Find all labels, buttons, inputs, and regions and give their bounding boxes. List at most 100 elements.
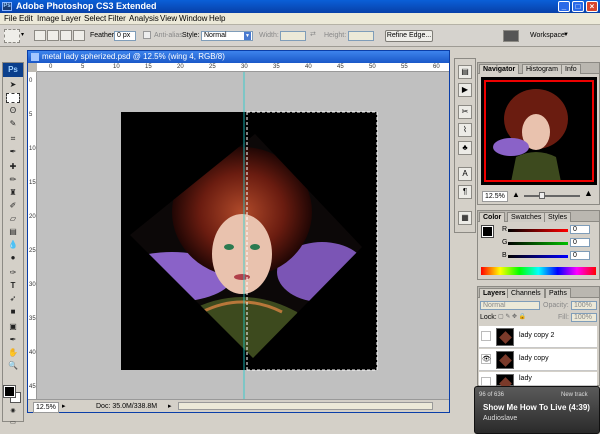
eyedropper-sample-icon[interactable]: ✒ (6, 335, 20, 345)
horizontal-scrollbar[interactable] (178, 402, 433, 410)
blur-tool-icon[interactable]: 💧 (6, 240, 20, 250)
opacity-input[interactable]: 100% (571, 301, 597, 310)
menu-image[interactable]: Image (37, 14, 59, 24)
tab-histogram[interactable]: Histogram (522, 64, 562, 74)
preset-dropdown-arrow-icon[interactable]: ▾ (21, 31, 24, 40)
navigator-zoom-field[interactable]: 12.5% (482, 191, 508, 202)
lock-icons[interactable]: ▢ ✎ ✥ 🔒 (498, 313, 526, 322)
music-notification[interactable]: 96 of 636 New track Show Me How To Live … (474, 386, 600, 434)
marquee-preset-icon[interactable] (4, 29, 20, 43)
menu-filter[interactable]: Filter (108, 14, 126, 24)
horizontal-ruler[interactable]: 0 5 10 15 20 25 30 35 40 45 50 55 60 (37, 63, 449, 72)
maximize-button[interactable]: □ (572, 1, 584, 12)
marquee-tool-icon[interactable] (6, 93, 20, 103)
intersect-selection-icon[interactable] (73, 30, 85, 41)
character-panel-icon[interactable]: A (458, 167, 472, 181)
eyedropper-tool-icon[interactable]: ✒ (6, 147, 20, 157)
brush-tool-icon[interactable]: ✏ (6, 175, 20, 185)
paragraph-panel-icon[interactable]: ¶ (458, 185, 472, 199)
menu-file[interactable]: File (4, 14, 17, 24)
healing-brush-tool-icon[interactable]: ✚ (6, 162, 20, 172)
refine-edge-button[interactable]: Refine Edge... (385, 30, 433, 42)
document-title-bar[interactable]: metal lady spherized.psd @ 12.5% (wing 4… (28, 51, 449, 63)
minimize-button[interactable]: _ (558, 1, 570, 12)
layer-visibility-toggle[interactable] (481, 331, 491, 341)
shape-tool-icon[interactable]: ■ (6, 307, 20, 317)
zoom-in-icon[interactable]: ▲ (584, 189, 593, 198)
navigator-preview[interactable] (481, 77, 597, 185)
vertical-ruler[interactable]: 0 5 10 15 20 25 30 35 40 45 (28, 72, 37, 399)
feather-input[interactable]: 0 px (114, 31, 136, 41)
new-selection-icon[interactable] (34, 30, 46, 41)
hand-tool-icon[interactable]: ✋ (6, 348, 20, 358)
close-button[interactable]: × (586, 1, 598, 12)
style-select[interactable]: Normal ▼ (201, 31, 253, 41)
clone-source-icon[interactable]: ♣ (458, 141, 472, 155)
zoom-tool-icon[interactable]: 🔍 (6, 361, 20, 371)
menu-edit[interactable]: Edit (19, 14, 33, 24)
layer-row[interactable]: lady (479, 372, 597, 390)
path-selection-tool-icon[interactable]: ➶ (6, 294, 20, 304)
swap-dimensions-icon[interactable]: ⇄ (310, 30, 316, 39)
zoom-out-icon[interactable]: ▲ (512, 190, 520, 199)
layer-row[interactable]: lady copy 2 (479, 326, 597, 348)
tab-styles[interactable]: Styles (544, 212, 572, 222)
canvas-area[interactable] (37, 72, 449, 399)
tab-layers[interactable]: Layers (479, 288, 510, 298)
notes-tool-icon[interactable]: ▣ (6, 322, 20, 332)
quick-selection-tool-icon[interactable]: ✎ (6, 119, 20, 129)
add-to-selection-icon[interactable] (47, 30, 59, 41)
zoom-level-field[interactable]: 12.5% (33, 402, 59, 413)
menu-help[interactable]: Help (209, 14, 225, 24)
menu-select[interactable]: Select (84, 14, 106, 24)
blue-value-input[interactable]: 0 (570, 251, 590, 260)
red-slider[interactable] (508, 229, 568, 232)
eye-icon[interactable]: 👁 (481, 354, 491, 364)
menu-layer[interactable]: Layer (61, 14, 81, 24)
antialias-checkbox[interactable] (143, 31, 151, 39)
status-menu-icon[interactable]: ▸ (62, 402, 66, 411)
workspace-button[interactable]: Workspace (530, 31, 565, 40)
width-input[interactable] (280, 31, 306, 41)
tab-navigator[interactable]: Navigator (479, 64, 520, 74)
green-value-input[interactable]: 0 (570, 238, 590, 247)
brushes-panel-icon[interactable]: ⌇ (458, 123, 472, 137)
lasso-tool-icon[interactable]: ʘ (6, 106, 20, 116)
tab-paths[interactable]: Paths (545, 288, 571, 298)
tab-info[interactable]: Info (561, 64, 581, 74)
subtract-from-selection-icon[interactable] (60, 30, 72, 41)
actions-panel-icon[interactable]: ▶ (458, 83, 472, 97)
history-panel-icon[interactable]: ▤ (458, 65, 472, 79)
screen-mode-icon[interactable]: ▭ (6, 418, 20, 428)
layer-comps-icon[interactable]: ▦ (458, 211, 472, 225)
gradient-tool-icon[interactable]: ▤ (6, 227, 20, 237)
foreground-color-swatch[interactable] (3, 385, 16, 398)
pen-tool-icon[interactable]: ✑ (6, 268, 20, 278)
color-panel-foreground[interactable] (481, 225, 494, 238)
quick-mask-icon[interactable]: ◉ (6, 406, 20, 416)
menu-view[interactable]: View (160, 14, 177, 24)
type-tool-icon[interactable]: T (6, 281, 20, 291)
document-canvas[interactable] (37, 72, 449, 399)
clone-stamp-tool-icon[interactable]: ♜ (6, 188, 20, 198)
blend-mode-select[interactable]: Normal (480, 301, 540, 310)
eraser-tool-icon[interactable]: ▱ (6, 214, 20, 224)
color-ramp[interactable] (481, 267, 596, 275)
red-value-input[interactable]: 0 (570, 225, 590, 234)
fill-input[interactable]: 100% (571, 313, 597, 322)
height-input[interactable] (348, 31, 374, 41)
dodge-tool-icon[interactable]: ● (6, 253, 20, 263)
menu-window[interactable]: Window (179, 14, 207, 24)
tab-channels[interactable]: Channels (507, 288, 545, 298)
navigator-zoom-slider[interactable] (524, 192, 580, 199)
tab-color[interactable]: Color (479, 212, 506, 222)
history-brush-tool-icon[interactable]: ✐ (6, 201, 20, 211)
zoom-slider-thumb[interactable] (539, 192, 545, 199)
bridge-icon[interactable] (503, 30, 519, 42)
menu-analysis[interactable]: Analysis (129, 14, 159, 24)
blue-slider[interactable] (508, 255, 568, 258)
tab-swatches[interactable]: Swatches (507, 212, 546, 222)
status-arrow-icon[interactable]: ▸ (168, 402, 172, 411)
move-tool-icon[interactable]: ➤ (6, 80, 20, 90)
layer-row[interactable]: 👁 lady copy (479, 349, 597, 371)
